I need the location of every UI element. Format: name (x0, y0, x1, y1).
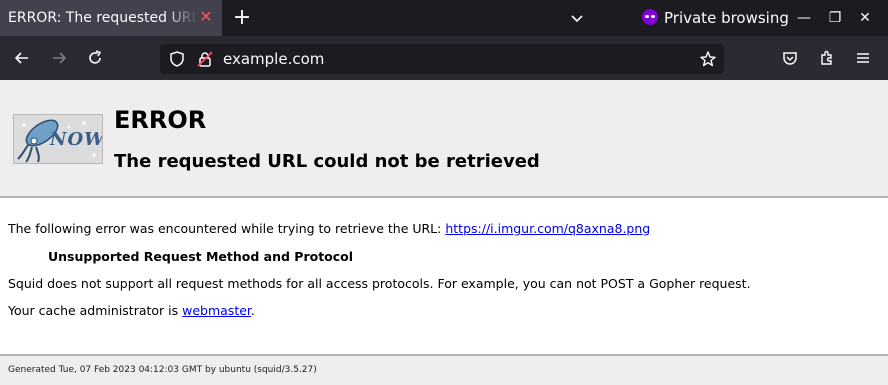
close-window-button[interactable]: ✕ (856, 9, 874, 27)
back-arrow-icon[interactable] (13, 49, 31, 67)
private-mask-icon (642, 9, 658, 25)
address-bar[interactable]: example.com (160, 44, 724, 74)
squid-logo: NOW (13, 114, 103, 164)
reload-icon[interactable] (86, 49, 104, 67)
shield-icon[interactable] (168, 50, 186, 68)
error-heading: Unsupported Request Method and Protocol (48, 249, 354, 264)
admin-text: Your cache administrator is (8, 303, 183, 318)
extensions-puzzle-icon[interactable] (818, 49, 836, 67)
footer-text: Generated Tue, 07 Feb 2023 04:12:03 GMT … (8, 365, 317, 375)
error-header: NOW ERROR The requested URL could not be… (0, 80, 888, 198)
forward-arrow-icon[interactable] (50, 49, 68, 67)
navigation-bar: example.com (0, 36, 888, 80)
intro-text: The following error was encountered whil… (8, 221, 446, 236)
requested-url-link[interactable]: https://i.imgur.com/q8axna8.png (445, 221, 650, 236)
close-icon[interactable]: ✕ (197, 8, 215, 26)
hamburger-menu-icon[interactable] (854, 49, 872, 67)
admin-line: Your cache administrator is webmaster. (8, 303, 255, 319)
admin-suffix: . (250, 303, 255, 318)
page-content: NOW ERROR The requested URL could not be… (0, 80, 888, 385)
page-subtitle: The requested URL could not be retrieved (114, 151, 540, 172)
tab-active[interactable]: ERROR: The requested URL could not be re… (0, 0, 222, 36)
chevron-down-icon[interactable] (568, 9, 586, 27)
webmaster-link[interactable]: webmaster (182, 303, 251, 318)
logo-text: NOW (50, 129, 103, 150)
error-detail: Squid does not support all request metho… (8, 276, 751, 291)
restore-button[interactable]: ❐ (826, 9, 844, 27)
intro-line: The following error was encountered whil… (8, 221, 650, 237)
pocket-icon[interactable] (781, 49, 799, 67)
url-text[interactable]: example.com (223, 50, 324, 68)
new-tab-button[interactable]: + (231, 7, 253, 29)
page-footer: Generated Tue, 07 Feb 2023 04:12:03 GMT … (0, 354, 888, 385)
bookmark-star-icon[interactable] (699, 50, 717, 68)
private-browsing-indicator: Private browsing (642, 8, 789, 28)
private-browsing-label: Private browsing (664, 9, 789, 27)
tab-bar: ERROR: The requested URL could not be re… (0, 0, 888, 36)
page-title: ERROR (114, 106, 207, 134)
tab-title: ERROR: The requested URL could not be re… (8, 10, 198, 26)
minimize-button[interactable]: — (795, 9, 813, 27)
insecure-lock-icon[interactable] (196, 50, 214, 68)
